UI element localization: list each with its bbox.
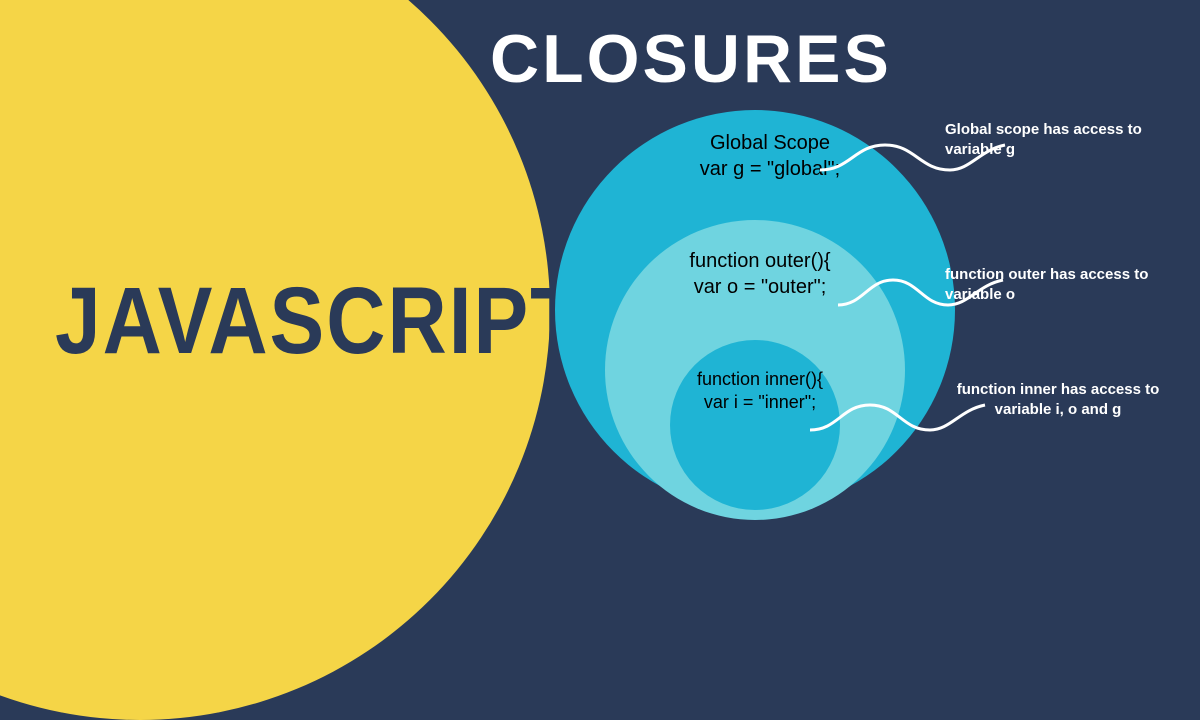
global-scope-line1: Global Scope xyxy=(710,132,830,154)
javascript-title: JAVASCRIPT xyxy=(55,268,582,376)
annotation-inner: function inner has access to variable i,… xyxy=(928,380,1188,419)
outer-scope-line2: var o = "outer"; xyxy=(694,276,827,298)
annotation-global: Global scope has access to variable g xyxy=(945,120,1195,159)
inner-scope-line2: var i = "inner"; xyxy=(704,392,816,412)
outer-scope-line1: function outer(){ xyxy=(689,250,830,272)
outer-scope-text: function outer(){ var o = "outer"; xyxy=(680,248,840,300)
inner-scope-line1: function inner(){ xyxy=(697,369,823,389)
annotation-outer: function outer has access to variable o xyxy=(945,265,1195,304)
closures-title: CLOSURES xyxy=(490,20,892,98)
